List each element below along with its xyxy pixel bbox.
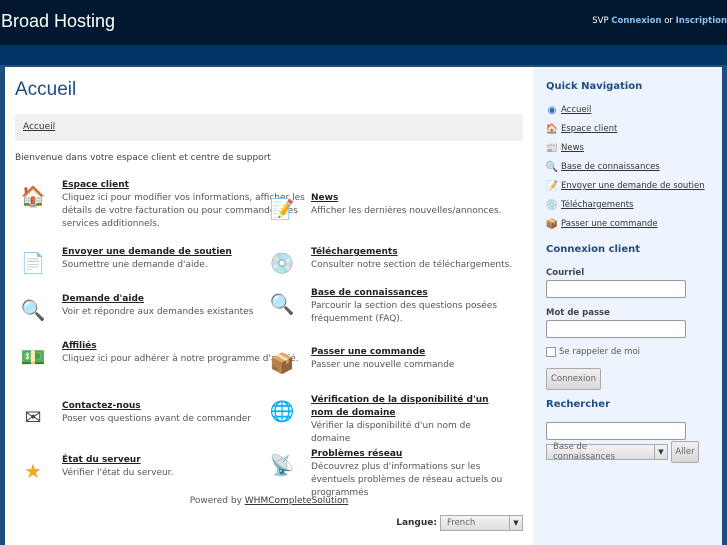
home-globe-icon: ◉	[547, 104, 557, 116]
brand-title: Broad Hosting	[1, 11, 116, 31]
item-title[interactable]: Vérification de la disponibilité d'un no…	[311, 394, 501, 420]
mail-arrow-icon: ✉	[24, 405, 42, 429]
search-go-button[interactable]: Aller	[671, 441, 699, 463]
register-link[interactable]: Inscription	[676, 16, 727, 26]
welcome-text: Bienvenue dans votre espace client et ce…	[15, 153, 271, 163]
item-order: 📦 Passer une commande Passer une nouvelle …	[270, 346, 561, 375]
chevron-down-icon: ▼	[654, 445, 667, 459]
quick-nav-accueil[interactable]: ◉ Accueil	[546, 104, 592, 116]
login-button[interactable]: Connexion	[546, 368, 601, 390]
document-pen-icon: 📄	[20, 251, 46, 275]
item-title[interactable]: Problèmes réseau	[311, 448, 516, 461]
item-domain-check: 🌐 Vérification de la disponibilité d'un n…	[270, 394, 501, 446]
search-scope-value: Base de connaissances	[553, 442, 616, 462]
quick-nav-label[interactable]: Envoyer une demande de soutien	[561, 181, 705, 191]
search-input[interactable]	[546, 422, 686, 440]
quick-nav-support[interactable]: 📝 Envoyer une demande de soutien	[546, 180, 705, 192]
item-desc: Parcourir la section des questions posée…	[311, 301, 498, 324]
globe-icon: 🌐	[269, 399, 295, 423]
login-title: Connexion client	[546, 244, 641, 255]
search-scope-select[interactable]: Base de connaissances ▼	[546, 442, 668, 462]
quick-nav-title: Quick Navigation	[546, 81, 643, 92]
item-downloads: 💿 Téléchargements Consulter notre section …	[270, 246, 561, 275]
star-icon: ★	[24, 459, 42, 483]
auth-links: SVP Connexion or Inscription	[592, 16, 727, 26]
package-icon: 📦	[545, 218, 559, 230]
magnifier-icon: 🔍	[545, 161, 559, 173]
powered-prefix: Powered by	[189, 496, 242, 506]
item-knowledgebase: 🔍 Base de connaissances Parcourir la secti…	[270, 287, 561, 326]
notepad-icon: 📝	[269, 197, 295, 221]
header: Broad Hosting SVP Connexion or Inscripti…	[0, 0, 727, 45]
nav-band	[0, 45, 727, 65]
language-selector: Langue: French ▼	[396, 515, 523, 531]
breadcrumb-home[interactable]: Accueil	[23, 122, 55, 132]
quick-nav-label[interactable]: Accueil	[561, 105, 591, 115]
item-network-issues: 📡 Problèmes réseau Découvrez plus d'inform…	[270, 448, 516, 500]
password-label: Mot de passe	[546, 308, 610, 318]
cd-icon: 💿	[545, 199, 559, 211]
quick-nav-label[interactable]: Base de connaissances	[561, 162, 660, 172]
news-icon: 📰	[545, 142, 559, 154]
password-field[interactable]	[546, 320, 686, 338]
email-field[interactable]	[546, 280, 686, 298]
or-text: or	[664, 16, 673, 26]
magnifier-icon: 🔍	[269, 292, 295, 316]
email-label: Courriel	[546, 268, 585, 278]
quick-nav-label[interactable]: Espace client	[561, 124, 617, 134]
quick-nav-espace-client[interactable]: 🏠 Espace client	[545, 123, 618, 135]
language-value: French	[447, 518, 476, 528]
quick-nav-label[interactable]: Passer une commande	[561, 219, 658, 229]
house-icon: 🏠	[545, 123, 559, 135]
remember-checkbox[interactable]	[546, 347, 556, 357]
antenna-icon: 📡	[269, 453, 295, 477]
breadcrumb: Accueil	[15, 114, 523, 141]
language-select[interactable]: French ▼	[440, 515, 523, 531]
quick-nav-news[interactable]: 📰 News	[546, 142, 584, 154]
quick-nav-label[interactable]: News	[561, 143, 584, 153]
sidebar: Quick Navigation ◉ Accueil 🏠 Espace client…	[533, 67, 722, 545]
magnifier-document-icon: 🔍	[20, 298, 46, 322]
quick-nav-label[interactable]: Téléchargements	[561, 200, 633, 210]
item-desc: Afficher les dernières nouvelles/annonce…	[311, 206, 502, 216]
quick-nav-downloads[interactable]: 💿 Téléchargements	[545, 199, 634, 211]
item-title[interactable]: Base de connaissances	[311, 287, 561, 300]
powered-by: Powered by WHMCompleteSolution	[5, 496, 533, 506]
money-icon: 💵	[20, 345, 46, 369]
document-pen-icon: 📝	[545, 180, 559, 192]
chevron-down-icon: ▼	[509, 516, 522, 530]
item-title[interactable]: News	[311, 192, 561, 205]
item-news: 📝 News Afficher les dernières nouvelles/an…	[270, 192, 561, 221]
remember-me: Se rappeler de moi	[546, 347, 640, 357]
item-title[interactable]: Téléchargements	[311, 246, 561, 259]
login-link[interactable]: Connexion	[611, 16, 661, 26]
quick-nav-knowledgebase[interactable]: 🔍 Base de connaissances	[546, 161, 660, 173]
house-icon: 🏠	[20, 184, 46, 208]
item-desc: Consulter notre section de téléchargemen…	[311, 260, 513, 270]
item-desc: Découvrez plus d'informations sur les év…	[311, 462, 503, 498]
quick-nav-order[interactable]: 📦 Passer une commande	[546, 218, 658, 230]
item-title[interactable]: Espace client	[62, 179, 312, 192]
main-content: Accueil Accueil Bienvenue dans votre esp…	[5, 67, 533, 545]
powered-link[interactable]: WHMCompleteSolution	[245, 496, 348, 506]
language-label: Langue:	[396, 518, 437, 528]
search-title: Rechercher	[546, 399, 611, 410]
item-desc: Passer une nouvelle commande	[311, 360, 455, 370]
auth-prefix: SVP	[592, 16, 609, 26]
cd-icon: 💿	[269, 251, 295, 275]
item-title[interactable]: Passer une commande	[311, 346, 561, 359]
page-title: Accueil	[15, 79, 77, 100]
remember-label: Se rappeler de moi	[559, 347, 641, 357]
item-desc: Vérifier la disponibilité d'un nom de do…	[311, 421, 471, 444]
package-icon: 📦	[269, 351, 295, 375]
